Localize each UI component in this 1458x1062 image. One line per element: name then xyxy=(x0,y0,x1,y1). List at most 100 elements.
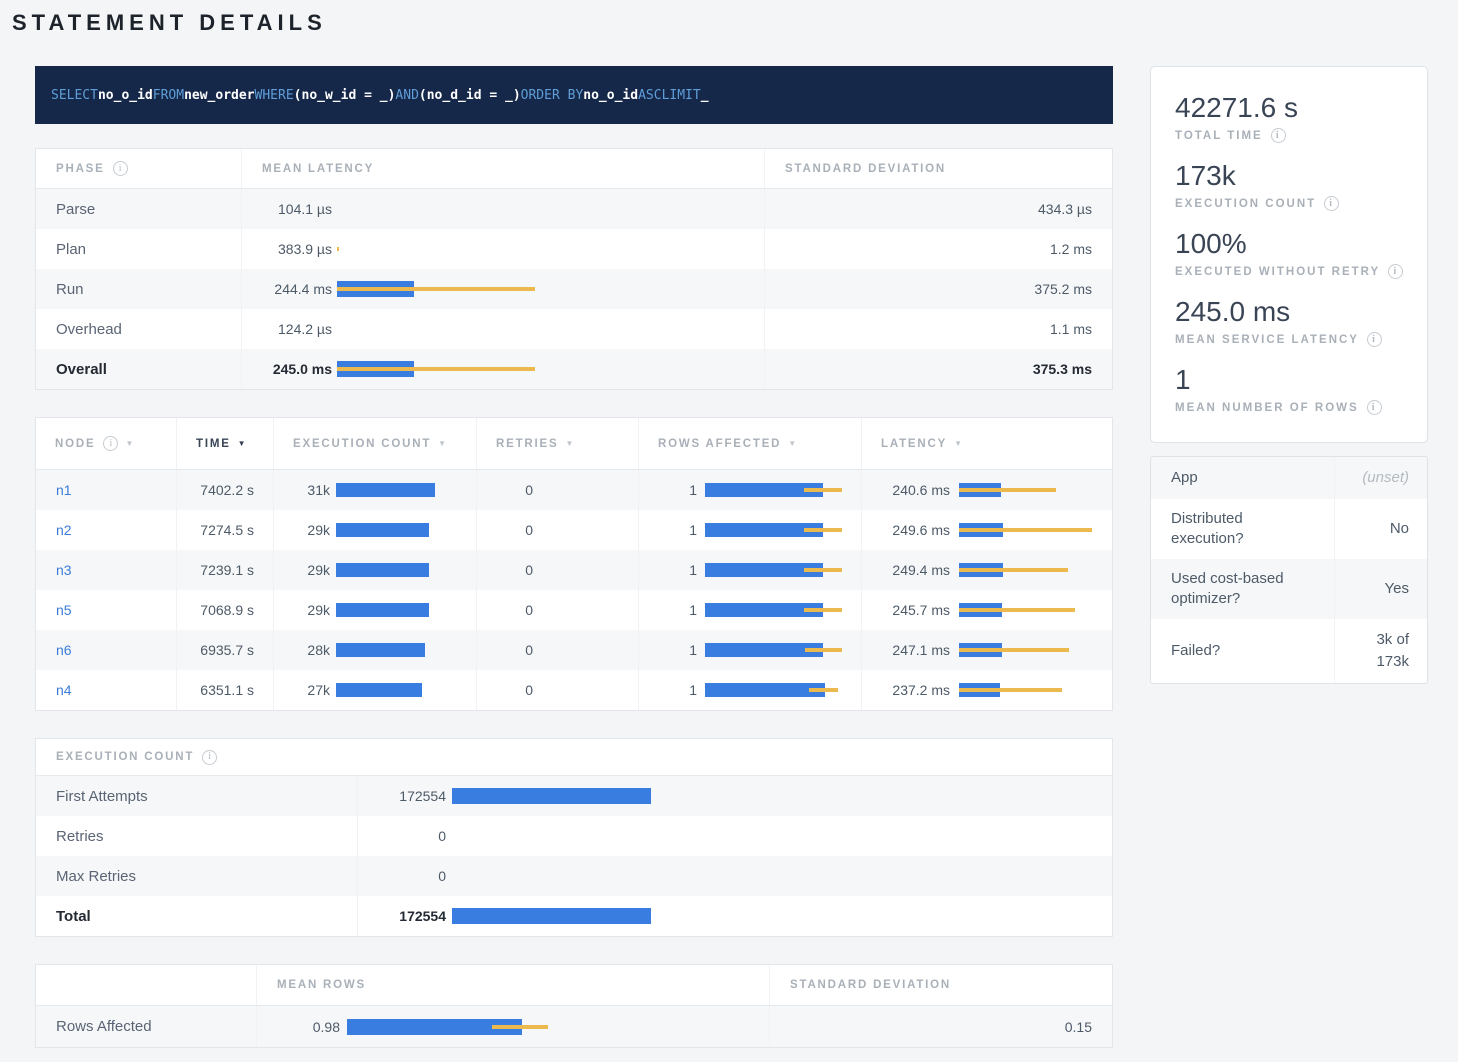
stat-label: MEAN SERVICE LATENCY i xyxy=(1175,332,1403,347)
column-header-rows-affected[interactable]: ROWS AFFECTED▼ xyxy=(638,418,861,469)
sql-keyword: SELECT xyxy=(51,88,98,103)
bar-chart xyxy=(336,682,468,698)
retries-value: 0 xyxy=(495,682,533,698)
bar-chart xyxy=(336,522,468,538)
info-icon[interactable]: i xyxy=(1367,332,1382,347)
bar-chart xyxy=(452,907,1094,925)
info-icon[interactable]: i xyxy=(103,436,118,451)
stddev-value: 1.2 ms xyxy=(1050,241,1092,257)
phase-column-header: PHASE i xyxy=(36,149,241,188)
stat-label-text: MEAN SERVICE LATENCY xyxy=(1175,334,1359,346)
latency-cell: 240.6 ms xyxy=(861,470,1112,510)
phase-row-plan: Plan383.9 µs 1.2 ms xyxy=(36,229,1112,269)
stddev-bar xyxy=(804,608,842,612)
stddev-cell: 1.1 ms xyxy=(764,309,1112,349)
info-icon[interactable]: i xyxy=(202,750,217,765)
info-icon[interactable]: i xyxy=(1271,128,1286,143)
stat-label: EXECUTION COUNTi xyxy=(1175,196,1403,211)
node-link[interactable]: n6 xyxy=(56,642,72,658)
node-row-n5: n57068.9 s29k01245.7 ms xyxy=(36,590,1112,630)
bar-chart xyxy=(336,562,468,578)
bar-chart xyxy=(336,602,468,618)
column-header-label: EXECUTION COUNT xyxy=(293,438,431,450)
stat-label: TOTAL TIMEi xyxy=(1175,128,1403,143)
phase-label: Parse xyxy=(36,189,241,229)
bar-chart xyxy=(705,602,844,618)
attribute-value: Yes xyxy=(1334,559,1427,619)
column-header-execution-count[interactable]: EXECUTION COUNT▼ xyxy=(273,418,476,469)
column-header-time[interactable]: TIME▼ xyxy=(176,418,273,469)
mean-rows-cell: 0.98 xyxy=(256,1006,769,1047)
info-icon[interactable]: i xyxy=(1388,264,1403,279)
info-icon[interactable]: i xyxy=(113,161,128,176)
time-cell: 6935.7 s xyxy=(176,630,273,670)
rows-affected-value: 1 xyxy=(657,642,697,658)
latency-value: 237.2 ms xyxy=(880,682,950,698)
attribute-value: (unset) xyxy=(1334,457,1427,499)
execution-count-cell: 29k xyxy=(273,510,476,550)
attribute-label: Used cost-based optimizer? xyxy=(1151,559,1334,619)
column-header-node[interactable]: NODEi▼ xyxy=(36,418,176,469)
retries-cell: 0 xyxy=(476,470,638,510)
node-cell: n2 xyxy=(36,510,176,550)
column-header-label: RETRIES xyxy=(496,438,558,450)
execution-count-table: EXECUTION COUNT i First Attempts172554Re… xyxy=(35,738,1113,937)
time-cell: 7068.9 s xyxy=(176,590,273,630)
bar-chart xyxy=(959,682,1095,698)
node-link[interactable]: n3 xyxy=(56,562,72,578)
column-header-label: LATENCY xyxy=(881,438,947,450)
stddev-bar xyxy=(959,688,1062,692)
node-link[interactable]: n4 xyxy=(56,682,72,698)
stddev-cell: 1.2 ms xyxy=(764,229,1112,269)
latency-cell: 245.7 ms xyxy=(861,590,1112,630)
retries-value: 0 xyxy=(495,482,533,498)
attribute-value: No xyxy=(1334,499,1427,559)
count-cell: 0 xyxy=(357,816,1112,856)
stddev-bar xyxy=(805,648,842,652)
phase-name: Overall xyxy=(56,361,107,378)
phase-label: Plan xyxy=(36,229,241,269)
stddev-bar xyxy=(959,648,1069,652)
retries-cell: 0 xyxy=(476,510,638,550)
rows-affected-cell: 1 xyxy=(638,550,861,590)
row-label: Total xyxy=(56,908,91,925)
info-icon[interactable]: i xyxy=(1324,196,1339,211)
stddev-bar xyxy=(804,568,842,572)
node-row-n3: n37239.1 s29k01249.4 ms xyxy=(36,550,1112,590)
mean-latency-cell: 244.4 ms xyxy=(241,269,764,309)
mean-latency-cell: 383.9 µs xyxy=(241,229,764,269)
bar-chart xyxy=(337,360,746,378)
sql-identifier: (no_w_id = _) xyxy=(294,88,396,103)
node-link[interactable]: n1 xyxy=(56,482,72,498)
column-header-latency[interactable]: LATENCY▼ xyxy=(861,418,1112,469)
node-link[interactable]: n5 xyxy=(56,602,72,618)
bar-chart xyxy=(705,642,844,658)
latency-value: 240.6 ms xyxy=(880,482,950,498)
mean-bar xyxy=(336,643,425,657)
node-row-n4: n46351.1 s27k01237.2 ms xyxy=(36,670,1112,710)
summary-stats-card: 42271.6 sTOTAL TIMEi173kEXECUTION COUNTi… xyxy=(1150,66,1428,443)
sql-keyword: LIMIT xyxy=(662,88,701,103)
rows-affected-row: Rows Affected0.980.15 xyxy=(36,1006,1112,1047)
phase-label: Overall xyxy=(36,349,241,389)
sql-identifier: no_o_id xyxy=(583,88,638,103)
count-cell: 172554 xyxy=(357,776,1112,816)
retries-value: 0 xyxy=(495,562,533,578)
phase-name: Parse xyxy=(56,201,95,218)
stddev-bar xyxy=(337,367,535,371)
attribute-label: App xyxy=(1151,457,1334,499)
info-icon[interactable]: i xyxy=(1367,400,1382,415)
row-label: Retries xyxy=(56,828,104,845)
column-header-retries[interactable]: RETRIES▼ xyxy=(476,418,638,469)
phase-label: Overhead xyxy=(36,309,241,349)
latency-cell: 249.4 ms xyxy=(861,550,1112,590)
mean-bar xyxy=(705,683,825,697)
execution-count-value: 31k xyxy=(292,482,330,498)
count-value: 0 xyxy=(378,868,446,884)
rows-affected-table: MEAN ROWS STANDARD DEVIATION Rows Affect… xyxy=(35,964,1113,1048)
sql-keyword: AND xyxy=(395,88,418,103)
phase-label: Run xyxy=(36,269,241,309)
bar-chart xyxy=(452,867,1094,885)
node-link[interactable]: n2 xyxy=(56,522,72,538)
mean-rows-value: 0.98 xyxy=(277,1019,340,1035)
